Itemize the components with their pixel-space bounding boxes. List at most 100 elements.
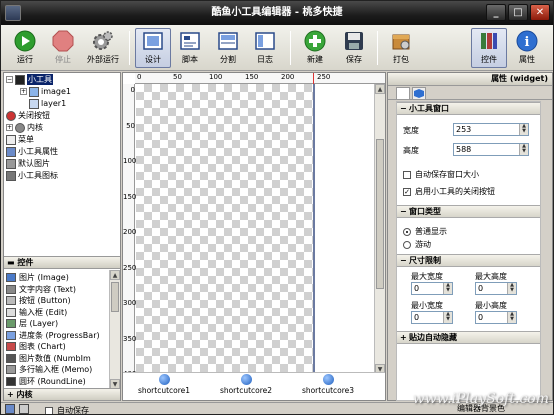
maximize-button[interactable]: □: [508, 4, 528, 21]
controls-panel-header[interactable]: ▬ 控件: [4, 256, 120, 269]
control-item[interactable]: 图片数值 (NumbIm: [6, 353, 91, 364]
widget-icon: [6, 170, 16, 181]
spin-arrows-icon[interactable]: ▲ ▼: [443, 312, 452, 323]
min-height-field[interactable]: 0 ▲ ▼: [475, 311, 517, 324]
collapse-icon[interactable]: −: [400, 255, 407, 266]
kernel-panel-header[interactable]: + 内核: [4, 388, 120, 401]
section-edge-auto-hide[interactable]: + 贴边自动隐藏: [397, 331, 540, 344]
control-item[interactable]: 多行输入框 (Memo): [6, 364, 92, 375]
title-bar[interactable]: 酷鱼小工具编辑器 - 桃多快捷 _ □ ✕: [1, 1, 553, 25]
text-icon: [6, 284, 16, 294]
status-autosave-checkbox[interactable]: 自动保存: [45, 405, 89, 414]
properties-tab[interactable]: [396, 87, 410, 99]
tree-node-kernel[interactable]: + 内核: [6, 122, 43, 133]
control-item[interactable]: 圆环 (RoundLine): [6, 376, 86, 387]
expand-icon[interactable]: +: [400, 332, 407, 343]
ruler-tick-label: 100: [209, 73, 223, 81]
expand-icon[interactable]: +: [6, 124, 13, 131]
ruler-tick-label: 0: [137, 73, 142, 81]
window-type-float-radio[interactable]: 游动: [403, 239, 431, 250]
controls-scrollbar[interactable]: ▲ ▼: [109, 270, 120, 389]
split-button[interactable]: 分割: [210, 28, 246, 68]
spin-arrows-icon[interactable]: ▲ ▼: [443, 283, 452, 294]
tree-node-close-button[interactable]: 关闭按钮: [6, 110, 50, 121]
controls-panel-button[interactable]: 控件: [471, 28, 507, 68]
new-button[interactable]: 新建: [297, 28, 333, 68]
checkbox-unchecked-icon[interactable]: [403, 170, 411, 179]
radio-unselected-icon[interactable]: [403, 240, 411, 249]
package-icon: [392, 34, 410, 50]
scroll-thumb[interactable]: [111, 282, 119, 312]
tray-item-shortcutcore1[interactable]: shortcutcore1: [133, 374, 195, 395]
checkbox-checked-icon[interactable]: ✓: [403, 187, 411, 196]
run-button[interactable]: 运行: [7, 28, 43, 68]
save-button[interactable]: 保存: [336, 28, 372, 68]
tree-node-widget-root[interactable]: − 小工具: [6, 74, 53, 85]
pack-button[interactable]: 打包: [383, 28, 419, 68]
autosave-window-size-checkbox[interactable]: 自动保存窗口大小: [403, 169, 479, 180]
expand-icon[interactable]: +: [7, 390, 17, 399]
script-button[interactable]: 脚本: [172, 28, 208, 68]
scroll-up-icon[interactable]: ▲: [110, 270, 120, 280]
window-type-normal-radio[interactable]: 普通显示: [403, 226, 447, 237]
collapse-icon[interactable]: −: [400, 103, 407, 114]
max-width-field[interactable]: 0 ▲ ▼: [411, 282, 453, 295]
checkbox-unchecked-icon[interactable]: [45, 407, 53, 414]
spin-arrows-icon[interactable]: ▲ ▼: [507, 312, 516, 323]
script-label: 脚本: [182, 55, 198, 64]
log-button[interactable]: 日志: [247, 28, 283, 68]
spin-arrows-icon[interactable]: ▲ ▼: [507, 283, 516, 294]
collapse-icon[interactable]: −: [6, 76, 13, 83]
radio-selected-icon[interactable]: [403, 227, 411, 236]
design-button[interactable]: 设计: [135, 28, 171, 68]
control-item[interactable]: 图片 (Image): [6, 272, 69, 283]
control-item[interactable]: 文字内容 (Text): [6, 284, 76, 295]
tray-item-shortcutcore2[interactable]: shortcutcore2: [215, 374, 277, 395]
tree-node-layer1[interactable]: layer1: [29, 98, 66, 109]
control-item[interactable]: 按钮 (Button): [6, 295, 71, 306]
control-item[interactable]: 进度条 (ProgressBar): [6, 330, 100, 341]
scroll-up-icon[interactable]: ▲: [375, 84, 385, 94]
collapse-icon[interactable]: −: [400, 206, 407, 217]
tree-node-image1[interactable]: + image1: [20, 86, 71, 97]
scroll-thumb[interactable]: [376, 139, 384, 289]
stop-button[interactable]: 停止: [45, 28, 81, 68]
horizontal-ruler: 0 50 100 150 200 250: [135, 73, 385, 84]
spin-arrows-icon[interactable]: ▲ ▼: [519, 124, 528, 135]
height-field[interactable]: 588 ▲ ▼: [453, 143, 529, 156]
tree-node-widget-icon[interactable]: 小工具图标: [6, 170, 58, 181]
tree-root-label: 小工具: [27, 74, 53, 85]
close-button[interactable]: ✕: [530, 4, 550, 21]
max-height-field[interactable]: 0 ▲ ▼: [475, 282, 517, 295]
widget-canvas[interactable]: [136, 84, 315, 374]
min-width-field[interactable]: 0 ▲ ▼: [411, 311, 453, 324]
canvas-scrollbar[interactable]: ▲ ▼: [374, 84, 385, 374]
spin-arrows-icon[interactable]: ▲ ▼: [519, 144, 528, 155]
enable-close-button-checkbox[interactable]: ✓ 启用小工具的关闭按钮: [403, 186, 495, 197]
properties-header: 属性 (widget): [388, 73, 552, 86]
properties-panel-button[interactable]: i 属性: [509, 28, 545, 68]
height-label: 高度: [403, 146, 419, 155]
control-item[interactable]: 图表 (Chart): [6, 341, 66, 352]
width-field[interactable]: 253 ▲ ▼: [453, 123, 529, 136]
max-height-label: 最大高度: [475, 272, 507, 281]
control-item-label: 图表 (Chart): [19, 342, 66, 351]
ruler-tick-label: 100: [123, 157, 137, 165]
gears-icon: [93, 31, 113, 50]
section-size-limit[interactable]: − 尺寸限制: [397, 254, 540, 267]
tree-node-default-image[interactable]: 默认图片: [6, 158, 50, 169]
control-item[interactable]: 输入框 (Edit): [6, 307, 67, 318]
properties-grid: − 小工具窗口 宽度 253 ▲ ▼ 高度 588 ▲ ▼ 自动保存窗口大小 ✓ 启用…: [396, 101, 541, 401]
enable-close-button-label: 启用小工具的关闭按钮: [415, 187, 495, 196]
events-tab[interactable]: [412, 87, 426, 99]
collapse-icon[interactable]: ▬: [7, 258, 17, 267]
external-run-button[interactable]: 外部运行: [83, 28, 123, 68]
section-window-type[interactable]: − 窗口类型: [397, 205, 540, 218]
control-item[interactable]: 层 (Layer): [6, 318, 58, 329]
section-widget-window[interactable]: − 小工具窗口: [397, 102, 540, 115]
expand-icon[interactable]: +: [20, 88, 27, 95]
minimize-button[interactable]: _: [486, 4, 506, 21]
tree-node-widget-properties[interactable]: 小工具属性: [6, 146, 58, 157]
tree-node-menu[interactable]: 菜单: [6, 134, 34, 145]
tray-item-shortcutcore3[interactable]: shortcutcore3: [297, 374, 359, 395]
